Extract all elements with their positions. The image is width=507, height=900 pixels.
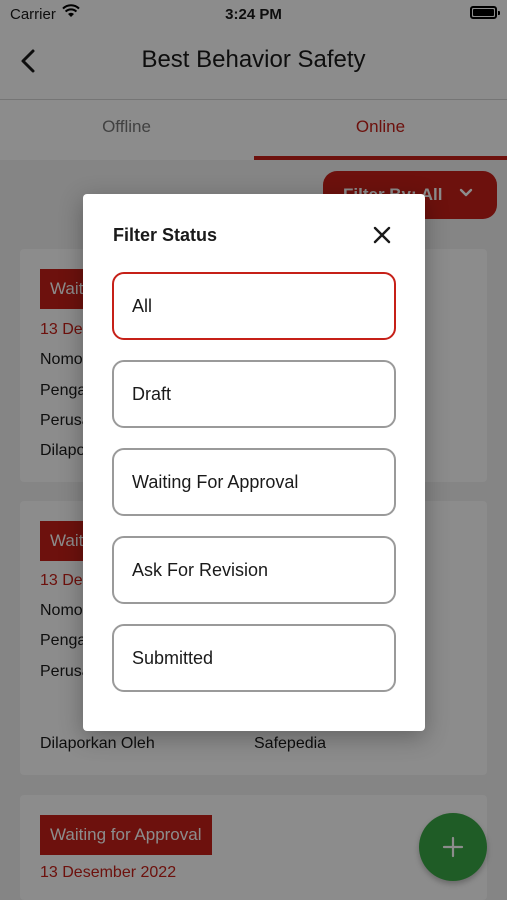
close-icon[interactable] [371,224,393,246]
filter-option-label: Waiting For Approval [132,472,299,492]
filter-option-draft[interactable]: Draft [112,360,396,428]
filter-option-all[interactable]: All [112,272,396,340]
filter-status-dialog: Filter Status All Draft Waiting For Appr… [83,194,425,731]
filter-option-label: All [132,296,153,316]
filter-option-label: Draft [132,384,172,404]
filter-option-label: Submitted [132,648,214,668]
filter-option-ask-for-revision[interactable]: Ask For Revision [112,536,396,604]
dialog-title: Filter Status [113,225,218,245]
filter-option-submitted[interactable]: Submitted [112,624,396,692]
filter-option-waiting-for-approval[interactable]: Waiting For Approval [112,448,396,516]
filter-option-label: Ask For Revision [132,560,269,580]
